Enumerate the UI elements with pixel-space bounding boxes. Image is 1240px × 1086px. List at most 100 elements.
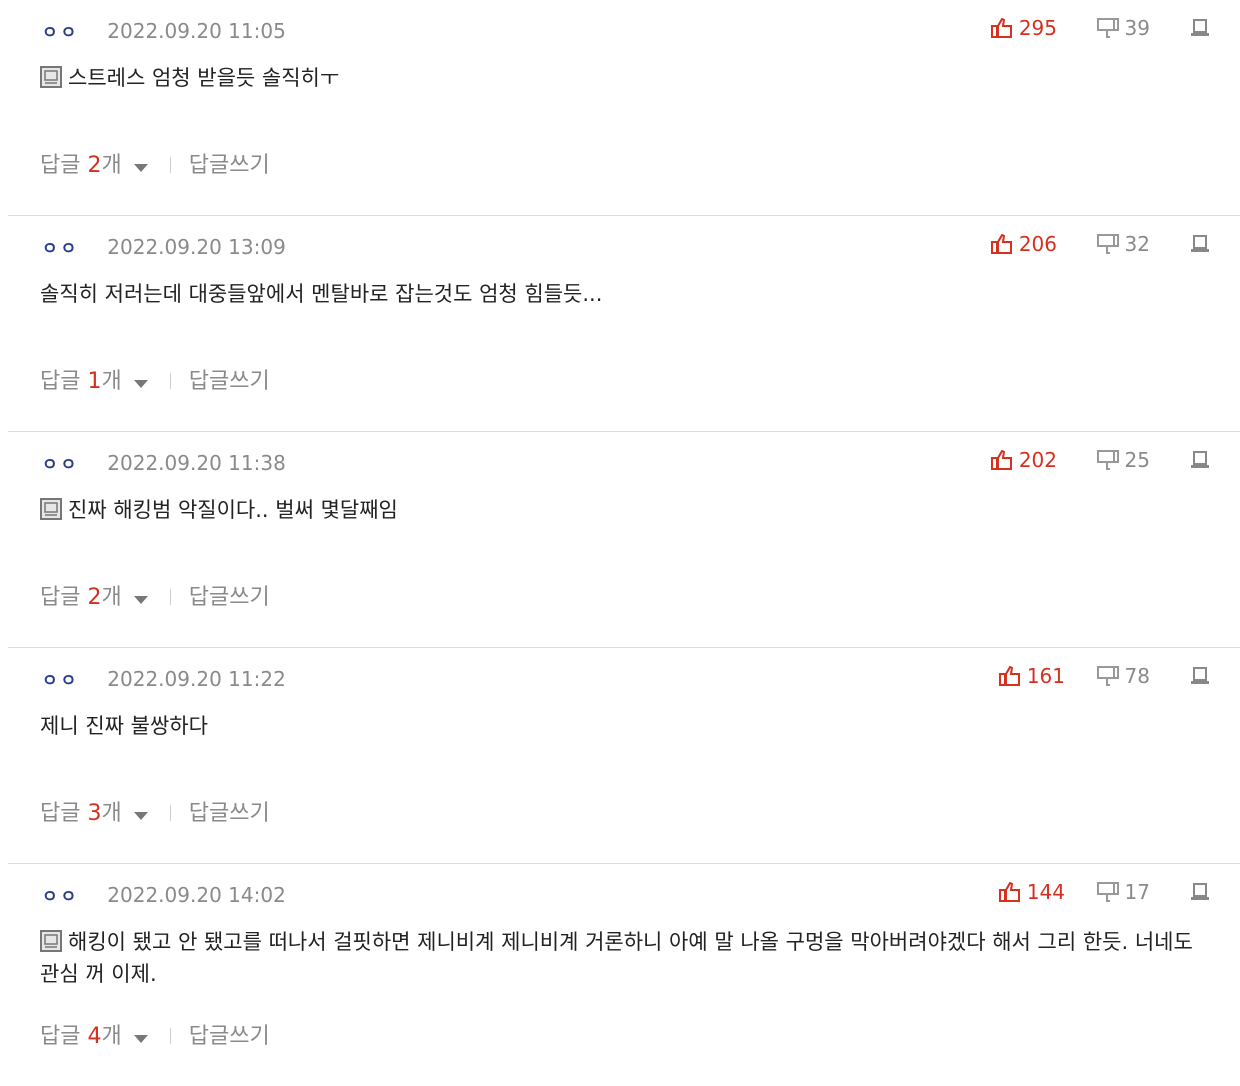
reply-label: 답글: [40, 1024, 81, 1049]
comment-text-block: 해킹이 됐고 안 됐고를 떠나서 걸핏하면 제니비계 제니비계 거론하니 아예 …: [40, 926, 1204, 990]
dislike-button[interactable]: 78: [1096, 664, 1150, 688]
author-nickname[interactable]: ㅇㅇ: [42, 882, 79, 907]
thumbs-down-icon: [1096, 882, 1119, 902]
comment-meta: ㅇㅇ 2022.09.20 14:02: [42, 882, 286, 908]
reply-actions: 답글 2개 답글쓰기: [40, 579, 270, 611]
write-reply-button[interactable]: 답글쓰기: [189, 363, 270, 395]
reply-toggle[interactable]: 답글 2개: [40, 147, 148, 179]
comment-date: 2022.09.20 11:05: [107, 18, 286, 43]
reply-unit: 개: [101, 369, 122, 394]
thumbs-up-icon: [998, 882, 1020, 902]
author-nickname[interactable]: ㅇㅇ: [42, 666, 79, 691]
comment-text-block: 솔직히 저러는데 대중들앞에서 멘탈바로 잡는것도 엄청 힘들듯...: [40, 278, 1204, 310]
comment-list: ㅇㅇ 2022.09.20 11:05 295 39 스트레스 엄청 받을듯 솔…: [0, 0, 1240, 1084]
comment-text-block: 스트레스 엄청 받을듯 솔직히ㅜ: [40, 62, 1204, 94]
like-count: 295: [1018, 16, 1057, 40]
divider: [169, 1028, 171, 1044]
reply-toggle[interactable]: 답글 3개: [40, 795, 148, 827]
report-icon[interactable]: [1190, 234, 1210, 254]
comment-meta: ㅇㅇ 2022.09.20 11:38: [42, 450, 286, 476]
thumbs-up-icon: [990, 18, 1012, 38]
like-button[interactable]: 144: [998, 880, 1065, 904]
thumbs-up-icon: [990, 450, 1012, 470]
reply-count: 4: [87, 1024, 102, 1049]
comment-item: ㅇㅇ 2022.09.20 13:09 206 32 솔직히 저러는데 대중들앞…: [8, 216, 1240, 432]
reply-unit: 개: [101, 1024, 122, 1049]
chevron-down-icon: [133, 812, 148, 820]
comment-item: ㅇㅇ 2022.09.20 11:38 202 25 진짜 해킹범 악질이다..…: [8, 432, 1240, 648]
chevron-down-icon: [133, 596, 148, 604]
like-count: 144: [1026, 880, 1065, 904]
comment-text: 스트레스 엄청 받을듯 솔직히ㅜ: [68, 66, 340, 90]
comment-meta: ㅇㅇ 2022.09.20 11:22: [42, 666, 286, 692]
dislike-count: 17: [1124, 880, 1150, 904]
author-nickname[interactable]: ㅇㅇ: [42, 18, 79, 43]
thumbs-down-icon: [1096, 18, 1119, 38]
like-count: 202: [1018, 448, 1057, 472]
thumbs-up-icon: [990, 234, 1012, 254]
divider: [169, 589, 171, 605]
reply-toggle[interactable]: 답글 1개: [40, 363, 148, 395]
dislike-button[interactable]: 32: [1096, 232, 1150, 256]
like-button[interactable]: 206: [990, 232, 1057, 256]
like-count: 161: [1026, 664, 1065, 688]
dislike-count: 78: [1124, 664, 1150, 688]
write-reply-button[interactable]: 답글쓰기: [189, 147, 270, 179]
reply-actions: 답글 2개 답글쓰기: [40, 147, 270, 179]
comment-item: ㅇㅇ 2022.09.20 11:22 161 78 제니 진짜 불쌍하다 답글…: [8, 648, 1240, 864]
memo-icon: [40, 930, 62, 952]
memo-icon: [40, 498, 62, 520]
chevron-down-icon: [133, 380, 148, 388]
dislike-count: 32: [1124, 232, 1150, 256]
comment-date: 2022.09.20 11:38: [107, 450, 286, 475]
comment-meta: ㅇㅇ 2022.09.20 13:09: [42, 234, 286, 260]
write-reply-button[interactable]: 답글쓰기: [189, 1018, 270, 1050]
comment-text: 해킹이 됐고 안 됐고를 떠나서 걸핏하면 제니비계 제니비계 거론하니 아예 …: [40, 930, 1193, 986]
comment-meta: ㅇㅇ 2022.09.20 11:05: [42, 18, 286, 44]
reply-label: 답글: [40, 153, 81, 178]
report-icon[interactable]: [1190, 882, 1210, 902]
author-nickname[interactable]: ㅇㅇ: [42, 450, 79, 475]
thumbs-up-icon: [998, 666, 1020, 686]
dislike-count: 25: [1124, 448, 1150, 472]
reply-label: 답글: [40, 801, 81, 826]
reply-count: 3: [87, 801, 102, 826]
like-button[interactable]: 295: [990, 16, 1057, 40]
chevron-down-icon: [133, 164, 148, 172]
reply-actions: 답글 1개 답글쓰기: [40, 363, 270, 395]
memo-icon: [40, 66, 62, 88]
reply-label: 답글: [40, 585, 81, 610]
author-nickname[interactable]: ㅇㅇ: [42, 234, 79, 259]
thumbs-down-icon: [1096, 666, 1119, 686]
comment-date: 2022.09.20 11:22: [107, 666, 286, 691]
dislike-button[interactable]: 17: [1096, 880, 1150, 904]
write-reply-button[interactable]: 답글쓰기: [189, 579, 270, 611]
reply-unit: 개: [101, 153, 122, 178]
divider: [169, 157, 171, 173]
reply-count: 1: [87, 369, 102, 394]
reply-label: 답글: [40, 369, 81, 394]
thumbs-down-icon: [1096, 450, 1119, 470]
like-button[interactable]: 161: [998, 664, 1065, 688]
comment-date: 2022.09.20 14:02: [107, 882, 286, 907]
dislike-button[interactable]: 39: [1096, 16, 1150, 40]
comment-text: 진짜 해킹범 악질이다.. 벌써 몇달째임: [68, 498, 398, 522]
dislike-button[interactable]: 25: [1096, 448, 1150, 472]
reply-toggle[interactable]: 답글 2개: [40, 579, 148, 611]
like-count: 206: [1018, 232, 1057, 256]
write-reply-button[interactable]: 답글쓰기: [189, 795, 270, 827]
reply-unit: 개: [101, 801, 122, 826]
comment-text: 솔직히 저러는데 대중들앞에서 멘탈바로 잡는것도 엄청 힘들듯...: [40, 282, 603, 306]
comment-text: 제니 진짜 불쌍하다: [40, 714, 208, 738]
divider: [169, 373, 171, 389]
reply-toggle[interactable]: 답글 4개: [40, 1018, 148, 1050]
reply-count: 2: [87, 153, 102, 178]
report-icon[interactable]: [1190, 666, 1210, 686]
report-icon[interactable]: [1190, 450, 1210, 470]
report-icon[interactable]: [1190, 18, 1210, 38]
like-button[interactable]: 202: [990, 448, 1057, 472]
thumbs-down-icon: [1096, 234, 1119, 254]
reply-actions: 답글 4개 답글쓰기: [40, 1018, 270, 1050]
reply-actions: 답글 3개 답글쓰기: [40, 795, 270, 827]
comment-text-block: 제니 진짜 불쌍하다: [40, 710, 1204, 742]
